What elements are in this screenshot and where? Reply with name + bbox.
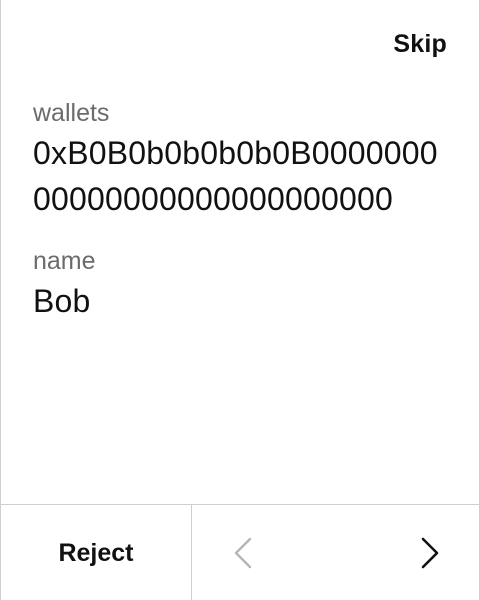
field-label-name: name [33,247,96,275]
field-wallets: wallets 0xB0B0b0b0b0b0B00000000000000000… [33,96,453,222]
skip-button[interactable]: Skip [393,30,447,59]
previous-button[interactable] [226,535,260,571]
field-value-wallets: 0xB0B0b0b0b0b0B0000000000000000000000000… [33,135,438,217]
action-footer: Reject [1,504,479,600]
field-label-wallets: wallets [33,99,110,127]
chevron-left-icon [234,537,252,569]
message-details: wallets 0xB0B0b0b0b0b0B00000000000000000… [33,96,453,346]
reject-button[interactable]: Reject [1,505,192,600]
field-name: name Bob [33,244,453,324]
field-value-name: Bob [33,283,91,319]
page-navigation [192,505,479,600]
next-button[interactable] [413,535,447,571]
signing-screen: Skip wallets 0xB0B0b0b0b0b0B000000000000… [0,0,480,600]
chevron-right-icon [421,537,439,569]
